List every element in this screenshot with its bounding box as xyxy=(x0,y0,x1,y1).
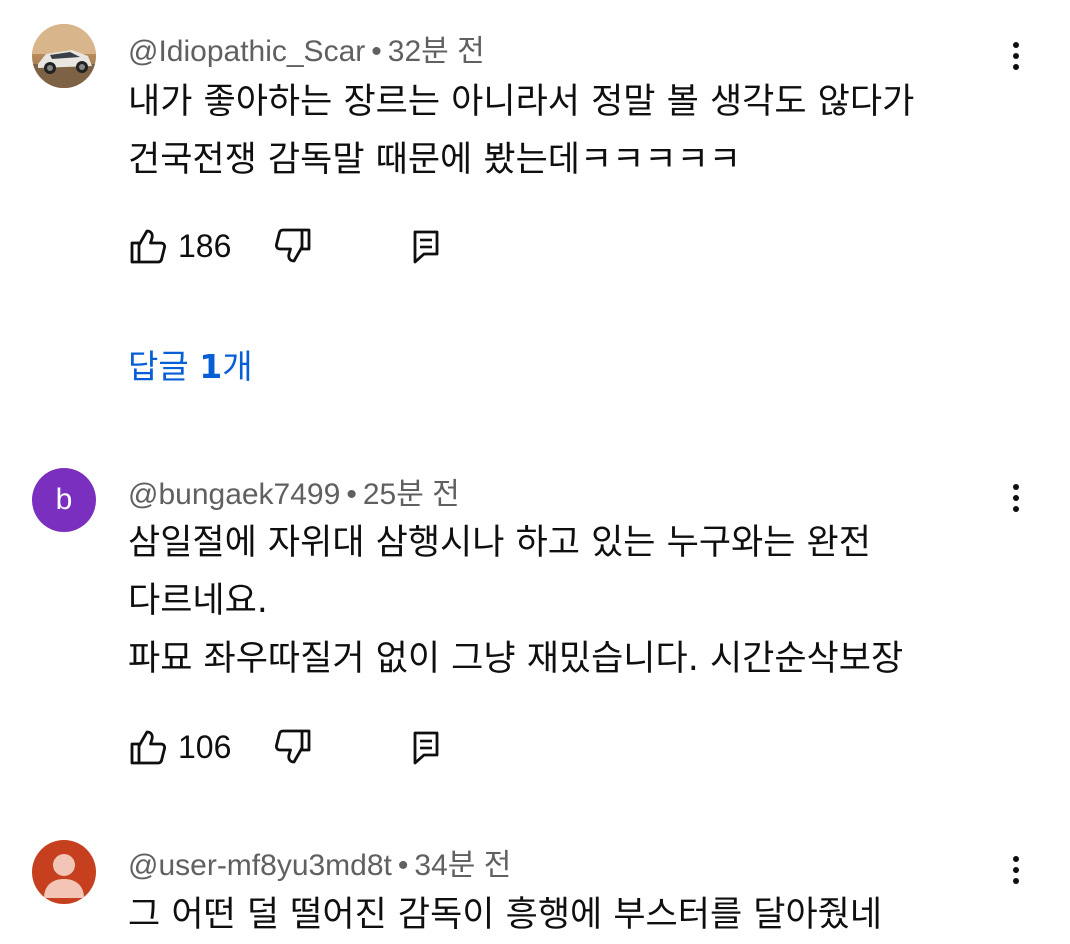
comment-username[interactable]: @bungaek7499 xyxy=(128,478,340,511)
replies-prefix: 답글 xyxy=(128,347,200,386)
user-silhouette-icon xyxy=(44,854,84,898)
reply-icon[interactable] xyxy=(410,226,442,266)
more-options-icon[interactable] xyxy=(1004,38,1028,78)
reply-icon[interactable] xyxy=(410,727,442,767)
dislike-icon[interactable] xyxy=(273,226,313,266)
comment-line: 다르네요. xyxy=(128,581,268,621)
comment-meta: @bungaek7499 • 25분 전 xyxy=(128,469,460,513)
meta-separator: • xyxy=(397,849,409,882)
comment-line: 그 어떤 덜 떨어진 감독이 흥행에 부스터를 달아줬네 xyxy=(128,895,883,935)
comment-meta: @Idiopathic_Scar • 32분 전 xyxy=(128,26,485,70)
like-icon[interactable] xyxy=(128,226,168,266)
avatar-bungaek7499[interactable]: b xyxy=(32,468,96,532)
comment-meta: @user-mf8yu3md8t • 34분 전 xyxy=(128,840,511,884)
comment-line: 파묘 좌우따질거 없이 그냥 재밌습니다. 시간순삭보장 xyxy=(128,639,904,679)
comment-username[interactable]: @user-mf8yu3md8t xyxy=(128,849,392,882)
comment-line: 내가 좋아하는 장르는 아니라서 정말 볼 생각도 않다가 xyxy=(128,82,915,122)
comment-text: 내가 좋아하는 장르는 아니라서 정말 볼 생각도 않다가 건국전쟁 감독말 때… xyxy=(128,73,914,189)
meta-separator: • xyxy=(371,35,382,68)
comment-line: 건국전쟁 감독말 때문에 봤는데ㅋㅋㅋㅋㅋ xyxy=(128,140,741,180)
avatar-letter: b xyxy=(55,483,73,516)
comment-actions: 186 xyxy=(128,226,468,266)
comment-text: 그 어떤 덜 떨어진 감독이 흥행에 부스터를 달아줬네 xyxy=(128,886,882,944)
comment-actions: 106 xyxy=(128,727,468,767)
comment-line: 삼일절에 자위대 삼행시나 하고 있는 누구와는 완전 xyxy=(128,523,871,563)
car-photo-icon xyxy=(32,24,96,88)
more-options-icon[interactable] xyxy=(1004,852,1028,892)
like-icon[interactable] xyxy=(128,727,168,767)
comment-username[interactable]: @Idiopathic_Scar xyxy=(128,35,365,68)
comment-time: 34분 전 xyxy=(414,849,512,882)
comment-text: 삼일절에 자위대 삼행시나 하고 있는 누구와는 완전 다르네요. 파묘 좌우따… xyxy=(128,514,903,688)
view-replies-link[interactable]: 답글 1개 xyxy=(128,340,253,388)
dislike-icon[interactable] xyxy=(273,727,313,767)
replies-count: 1 xyxy=(199,347,223,386)
more-options-icon[interactable] xyxy=(1004,480,1028,520)
comment-time: 32분 전 xyxy=(387,35,485,68)
meta-separator: • xyxy=(346,478,357,511)
replies-suffix: 개 xyxy=(222,347,253,386)
like-count: 186 xyxy=(178,228,232,264)
avatar-user-mf8yu3md8t[interactable] xyxy=(32,840,96,904)
comment-time: 25분 전 xyxy=(362,478,460,511)
like-count: 106 xyxy=(178,729,232,765)
avatar-idiopathic-scar[interactable] xyxy=(32,24,96,88)
